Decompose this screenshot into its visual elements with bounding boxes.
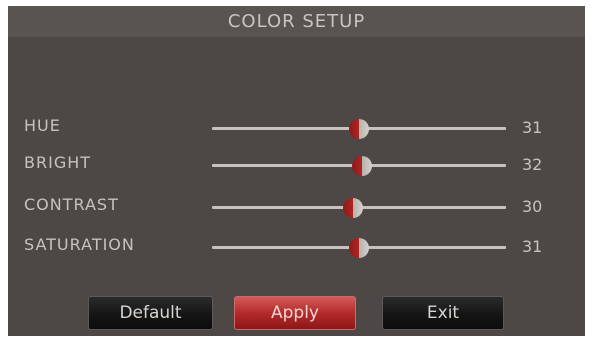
hue-slider[interactable] [212,119,506,139]
saturation-row: SATURATION 31 [8,232,585,262]
hue-slider-thumb-icon[interactable] [349,119,369,139]
hue-label: HUE [24,116,61,135]
saturation-slider[interactable] [212,238,506,258]
hue-value: 31 [522,118,543,137]
contrast-slider-thumb-icon[interactable] [343,198,364,218]
contrast-value: 30 [522,197,543,216]
title-bar: COLOR SETUP [8,6,585,37]
bright-slider-thumb-icon[interactable] [351,156,372,176]
color-setup-dialog: COLOR SETUP HUE 31 BRIGHT 32 CONTRAST 30… [8,6,585,336]
bright-label: BRIGHT [24,153,92,172]
saturation-label: SATURATION [24,235,135,254]
bright-value: 32 [522,155,543,174]
contrast-slider[interactable] [212,198,506,218]
apply-button[interactable]: Apply [234,296,356,330]
bright-row: BRIGHT 32 [8,150,585,180]
dialog-title: COLOR SETUP [227,11,366,32]
contrast-label: CONTRAST [24,195,119,214]
bright-slider[interactable] [212,156,506,176]
default-button[interactable]: Default [88,296,213,330]
contrast-row: CONTRAST 30 [8,192,585,222]
exit-button[interactable]: Exit [382,296,504,330]
hue-row: HUE 31 [8,113,585,143]
saturation-value: 31 [522,237,543,256]
saturation-slider-thumb-icon[interactable] [349,238,369,258]
